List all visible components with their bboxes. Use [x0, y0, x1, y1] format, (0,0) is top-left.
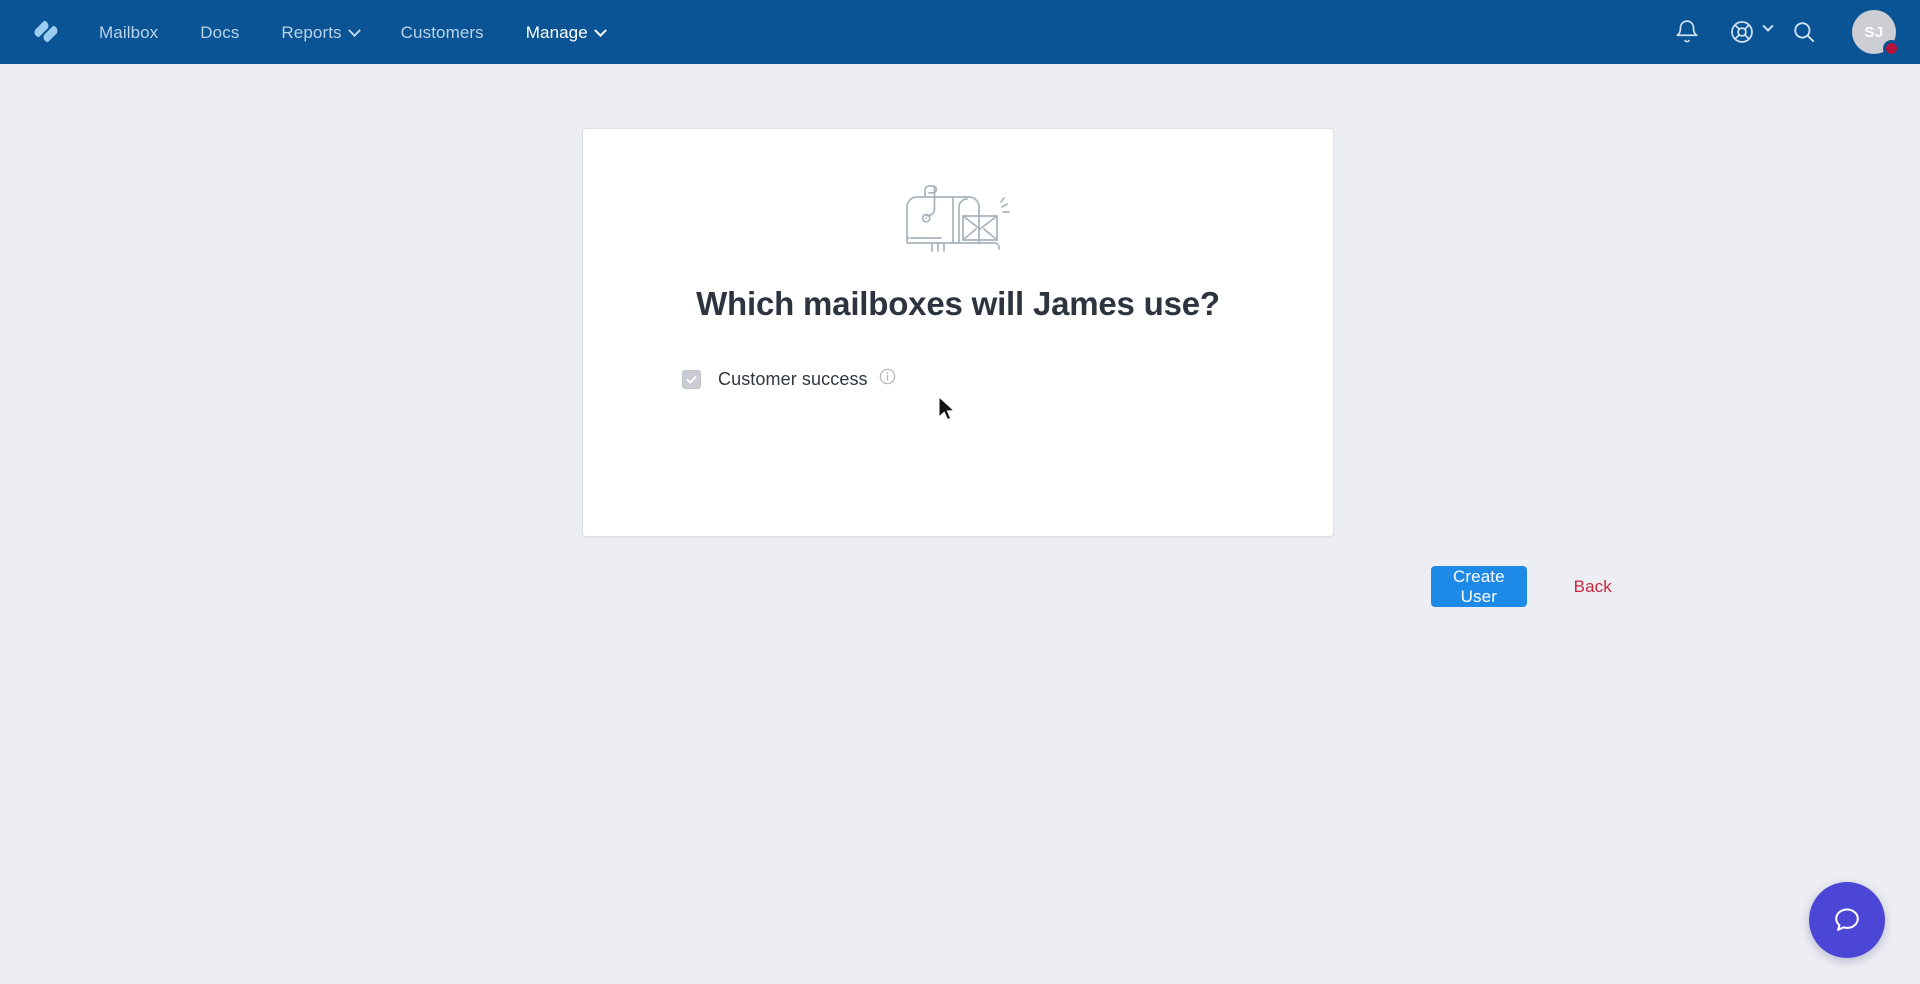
user-avatar-menu[interactable]: SJ	[1852, 10, 1900, 57]
mailbox-options-list: Customer success	[583, 367, 1333, 391]
nav-item-customers[interactable]: Customers	[380, 0, 505, 64]
mailbox-checkbox-customer-success[interactable]	[682, 369, 701, 389]
avatar-status-badge	[1883, 40, 1900, 57]
chat-beacon-button[interactable]	[1809, 882, 1885, 958]
help-menu-button[interactable]	[1713, 19, 1778, 45]
mailbox-option-row[interactable]: Customer success	[682, 367, 1333, 391]
info-circle-icon[interactable]	[879, 367, 897, 385]
chevron-down-icon	[1762, 20, 1774, 32]
search-button[interactable]	[1778, 0, 1830, 64]
create-user-mailboxes-card: Which mailboxes will James use? Customer…	[582, 128, 1612, 607]
search-icon	[1794, 22, 1815, 43]
create-user-button[interactable]: Create User	[1431, 566, 1527, 607]
life-ring-icon	[1731, 21, 1753, 43]
notifications-button[interactable]	[1661, 0, 1713, 64]
page-title: Which mailboxes will James use?	[696, 285, 1220, 322]
navbar-right-group: SJ	[1661, 0, 1920, 64]
nav-item-label: Reports	[281, 22, 342, 42]
nav-item-mailbox[interactable]: Mailbox	[78, 0, 179, 64]
mailbox-option-label: Customer success	[718, 368, 868, 389]
nav-item-label: Docs	[200, 22, 240, 42]
nav-item-label: Customers	[400, 22, 484, 42]
top-navbar: Mailbox Docs Reports Customers Manage SJ	[0, 0, 1920, 64]
chat-bubble-icon	[1835, 908, 1859, 931]
back-link[interactable]: Back	[1574, 577, 1612, 597]
check-icon	[686, 375, 697, 383]
nav-item-label: Manage	[525, 22, 588, 42]
bell-icon	[1676, 20, 1698, 43]
mailbox-envelope-illustration	[906, 185, 1010, 252]
helpscout-logo[interactable]	[14, 0, 78, 64]
nav-item-docs[interactable]: Docs	[179, 0, 260, 64]
nav-item-reports[interactable]: Reports	[260, 0, 379, 64]
chevron-down-icon	[593, 23, 607, 41]
nav-item-manage[interactable]: Manage	[505, 0, 626, 64]
chevron-down-icon	[347, 23, 361, 41]
card-actions: Create User Back	[1431, 566, 1612, 607]
navbar-left-group: Mailbox Docs Reports Customers Manage	[0, 0, 626, 64]
nav-item-label: Mailbox	[99, 22, 159, 42]
avatar-initials: SJ	[1864, 23, 1884, 41]
